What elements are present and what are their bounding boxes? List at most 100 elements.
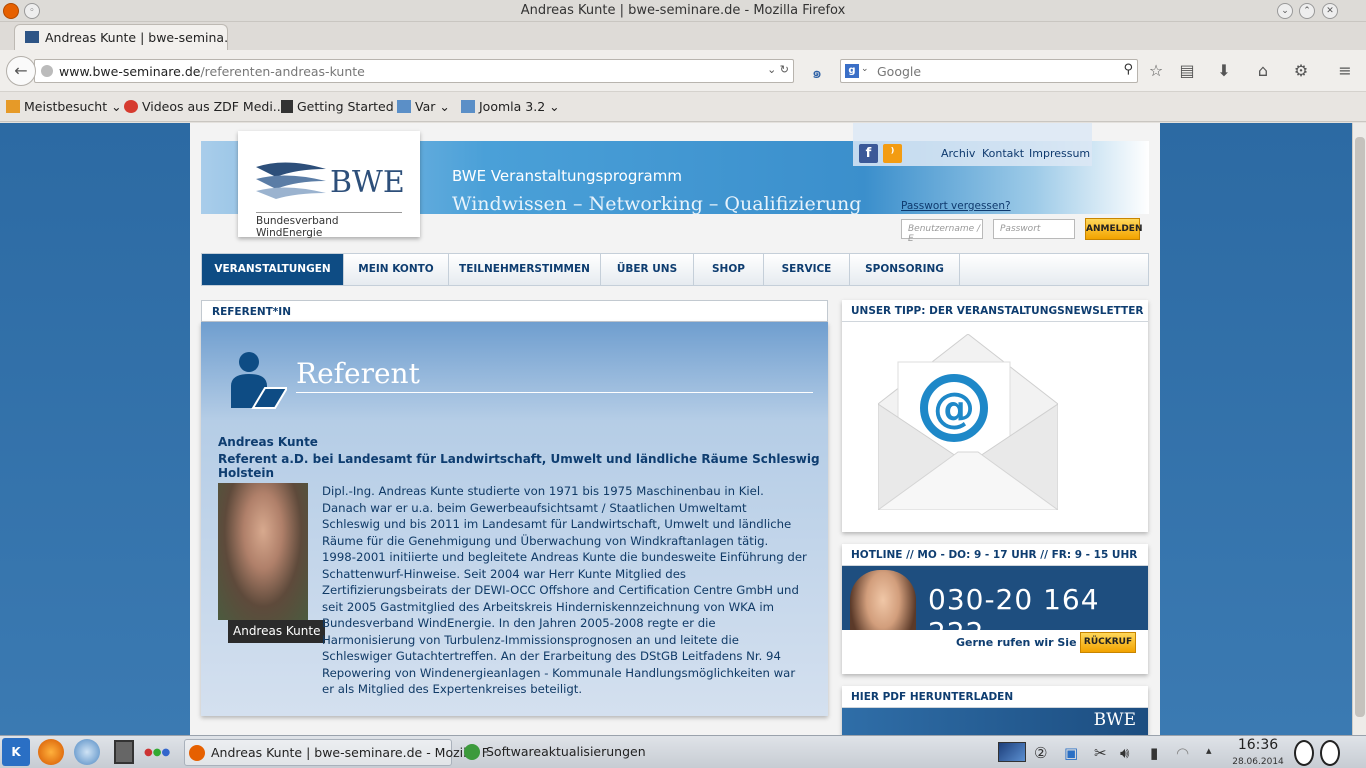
window-title: Andreas Kunte | bwe-seminare.de - Mozill… bbox=[520, 3, 846, 18]
hamburger-menu-icon[interactable]: ≡ bbox=[1334, 61, 1356, 80]
menu-teilnehmerstimmen[interactable]: TEILNEHMERSTIMMEN bbox=[449, 254, 601, 285]
folder-icon bbox=[461, 100, 475, 113]
taskbar-updates[interactable]: Softwareaktualisierungen bbox=[460, 739, 660, 766]
speaker-name: Andreas Kunte bbox=[218, 435, 318, 449]
taskbar-firefox[interactable]: Andreas Kunte | bwe-seminare.de - Mozill… bbox=[184, 739, 489, 766]
bookmark-label: Videos aus ZDF Medi... bbox=[142, 99, 285, 114]
search-input[interactable]: g ⌄ Google ⚲ bbox=[840, 59, 1138, 83]
engine-chevron-icon[interactable]: ⌄ bbox=[861, 64, 869, 74]
zdf-icon bbox=[124, 100, 138, 113]
heading-underline bbox=[296, 392, 813, 393]
bookmark-joomla[interactable]: Joomla 3.2 ⌄ bbox=[461, 99, 560, 114]
download-arrow-icon[interactable]: ⬇ bbox=[1213, 61, 1235, 80]
page-container: BWE Veranstaltungsprogramm Windwissen – … bbox=[190, 123, 1160, 735]
tab-strip: Andreas Kunte | bwe-semina... + bbox=[0, 22, 1366, 69]
bookmark-label: Meistbesucht bbox=[24, 99, 108, 114]
link-impressum[interactable]: Impressum bbox=[1029, 147, 1090, 160]
bookmark-label: Var bbox=[415, 99, 436, 114]
hotline-title: HOTLINE // MO - DO: 9 - 17 UHR // FR: 9 … bbox=[842, 544, 1148, 566]
wind-wing-icon bbox=[256, 162, 326, 199]
link-kontakt[interactable]: Kontakt bbox=[982, 147, 1024, 160]
bookmark-var[interactable]: Var ⌄ bbox=[397, 99, 450, 114]
binoculars-icon[interactable]: ⚲ bbox=[1123, 62, 1133, 77]
bookmark-label: Getting Started bbox=[297, 99, 394, 114]
menu-ueber-uns[interactable]: ÜBER UNS bbox=[601, 254, 694, 285]
reading-list-icon[interactable]: ▤ bbox=[1176, 61, 1198, 80]
calculator-launcher-icon[interactable] bbox=[114, 740, 134, 764]
speaker-bio: Dipl.-Ing. Andreas Kunte studierte von 1… bbox=[322, 483, 808, 698]
bookmark-label: Joomla 3.2 bbox=[479, 99, 546, 114]
rss-icon[interactable]: ⁾ bbox=[883, 144, 902, 163]
menu-shop[interactable]: SHOP bbox=[694, 254, 764, 285]
update-gear-icon bbox=[464, 744, 480, 760]
kde-start-icon[interactable]: K bbox=[2, 738, 30, 766]
callback-text: Gerne rufen wir Sie an! bbox=[956, 636, 1101, 649]
forgot-password-link[interactable]: Passwort vergessen? bbox=[901, 200, 1011, 212]
addon-swirl-icon[interactable]: ๑ bbox=[806, 61, 828, 86]
browser-tab[interactable]: Andreas Kunte | bwe-semina... bbox=[14, 24, 228, 50]
back-arrow-icon[interactable]: ← bbox=[6, 56, 36, 86]
email-envelope-icon[interactable]: @ bbox=[878, 334, 1058, 510]
battery-icon[interactable]: ▮ bbox=[1150, 744, 1158, 762]
klipper-scissors-icon[interactable]: ✂ bbox=[1094, 744, 1107, 762]
bookmark-zdf[interactable]: Videos aus ZDF Medi... bbox=[124, 99, 285, 114]
pager-dots-icon[interactable]: ●●● bbox=[144, 747, 176, 758]
link-archiv[interactable]: Archiv bbox=[941, 147, 975, 160]
tray-expand-icon[interactable]: ▴ bbox=[1206, 744, 1212, 757]
volume-icon[interactable]: 🔊︎ bbox=[1120, 744, 1129, 762]
menu-service[interactable]: SERVICE bbox=[764, 254, 850, 285]
url-host: www.bwe-seminare.de bbox=[59, 64, 201, 79]
login-button[interactable]: ANMELDEN bbox=[1085, 218, 1143, 240]
header-tagline: Windwissen – Networking – Qualifizierung bbox=[452, 193, 862, 215]
google-engine-icon[interactable]: g bbox=[845, 64, 859, 78]
speaker-panel: Referent Andreas Kunte Referent a.D. bei… bbox=[201, 322, 828, 716]
close-window-icon[interactable]: ✕ bbox=[1322, 3, 1338, 19]
bio-paragraph: Dipl.-Ing. Andreas Kunte studierte von 1… bbox=[322, 484, 792, 548]
photo-tooltip: Andreas Kunte bbox=[228, 620, 326, 643]
bwe-favicon-icon bbox=[25, 31, 39, 43]
speaker-person-icon bbox=[231, 352, 287, 409]
clock-date: 28.06.2014 bbox=[1232, 757, 1284, 767]
top-links-bar: f ⁾ Archiv Kontakt Impressum bbox=[853, 123, 1092, 166]
url-bar[interactable]: www.bwe-seminare.de/referenten-andreas-k… bbox=[34, 59, 794, 83]
svg-text:@: @ bbox=[933, 383, 975, 432]
menu-veranstaltungen[interactable]: VERANSTALTUNGEN bbox=[202, 254, 344, 285]
newsletter-title: UNSER TIPP: DER VERANSTALTUNGSNEWSLETTER bbox=[842, 300, 1148, 322]
facebook-icon[interactable]: f bbox=[859, 144, 878, 163]
xeyes-left-icon bbox=[1294, 740, 1314, 766]
minimize-icon[interactable]: ⌄ bbox=[1277, 3, 1293, 19]
tab-title: Andreas Kunte | bwe-semina... bbox=[45, 30, 228, 45]
bookmark-meistbesucht[interactable]: Meistbesucht ⌄ bbox=[6, 99, 122, 114]
thunderbird-launcher-icon[interactable] bbox=[74, 739, 100, 765]
menu-sponsoring[interactable]: SPONSORING bbox=[850, 254, 960, 285]
pdf-card[interactable]: HIER PDF HERUNTERLADEN BWE bbox=[842, 686, 1148, 735]
newsletter-card[interactable]: UNSER TIPP: DER VERANSTALTUNGSNEWSLETTER… bbox=[842, 300, 1148, 532]
hotline-card: HOTLINE // MO - DO: 9 - 17 UHR // FR: 9 … bbox=[842, 544, 1148, 674]
scrollbar-thumb[interactable] bbox=[1355, 137, 1365, 717]
username-input[interactable]: Benutzername / E bbox=[901, 219, 983, 244]
bwe-logo[interactable]: BWE Bundesverband WindEnergie bbox=[238, 131, 420, 239]
page-heading: Referent bbox=[296, 357, 420, 390]
notifications-icon[interactable]: ② bbox=[1034, 744, 1047, 762]
password-input[interactable]: Passwort bbox=[993, 219, 1075, 239]
globe-icon bbox=[41, 65, 53, 77]
maximize-icon[interactable]: ⌃ bbox=[1299, 3, 1315, 19]
home-icon[interactable]: ⌂ bbox=[1252, 61, 1274, 80]
menu-mein-konto[interactable]: MEIN KONTO bbox=[344, 254, 449, 285]
page-scrollbar[interactable] bbox=[1352, 123, 1366, 735]
speaker-role: Referent a.D. bei Landesamt für Landwirt… bbox=[218, 452, 820, 480]
desktop-preview-icon[interactable] bbox=[998, 742, 1026, 762]
wifi-icon[interactable]: ◠ bbox=[1176, 744, 1189, 762]
firefox-launcher-icon[interactable] bbox=[38, 739, 64, 765]
callback-button[interactable]: RÜCKRUF bbox=[1080, 632, 1136, 653]
taskbar: K ●●● Andreas Kunte | bwe-seminare.de - … bbox=[0, 735, 1366, 768]
bookmark-getting-started[interactable]: Getting Started bbox=[281, 99, 394, 114]
bookmark-star-icon[interactable]: ☆ bbox=[1145, 61, 1167, 80]
clock-time[interactable]: 16:36 bbox=[1228, 737, 1288, 753]
task-label: Andreas Kunte | bwe-seminare.de - Mozill… bbox=[211, 745, 489, 760]
header-title: BWE Veranstaltungsprogramm bbox=[452, 167, 682, 185]
addon-gear-icon[interactable]: ⚙ bbox=[1290, 61, 1312, 80]
pdf-title: HIER PDF HERUNTERLADEN bbox=[842, 686, 1148, 708]
network-manager-icon[interactable]: ▣ bbox=[1064, 744, 1078, 762]
url-dropdown-reload-icon[interactable]: ⌄ ↻ bbox=[767, 63, 789, 76]
